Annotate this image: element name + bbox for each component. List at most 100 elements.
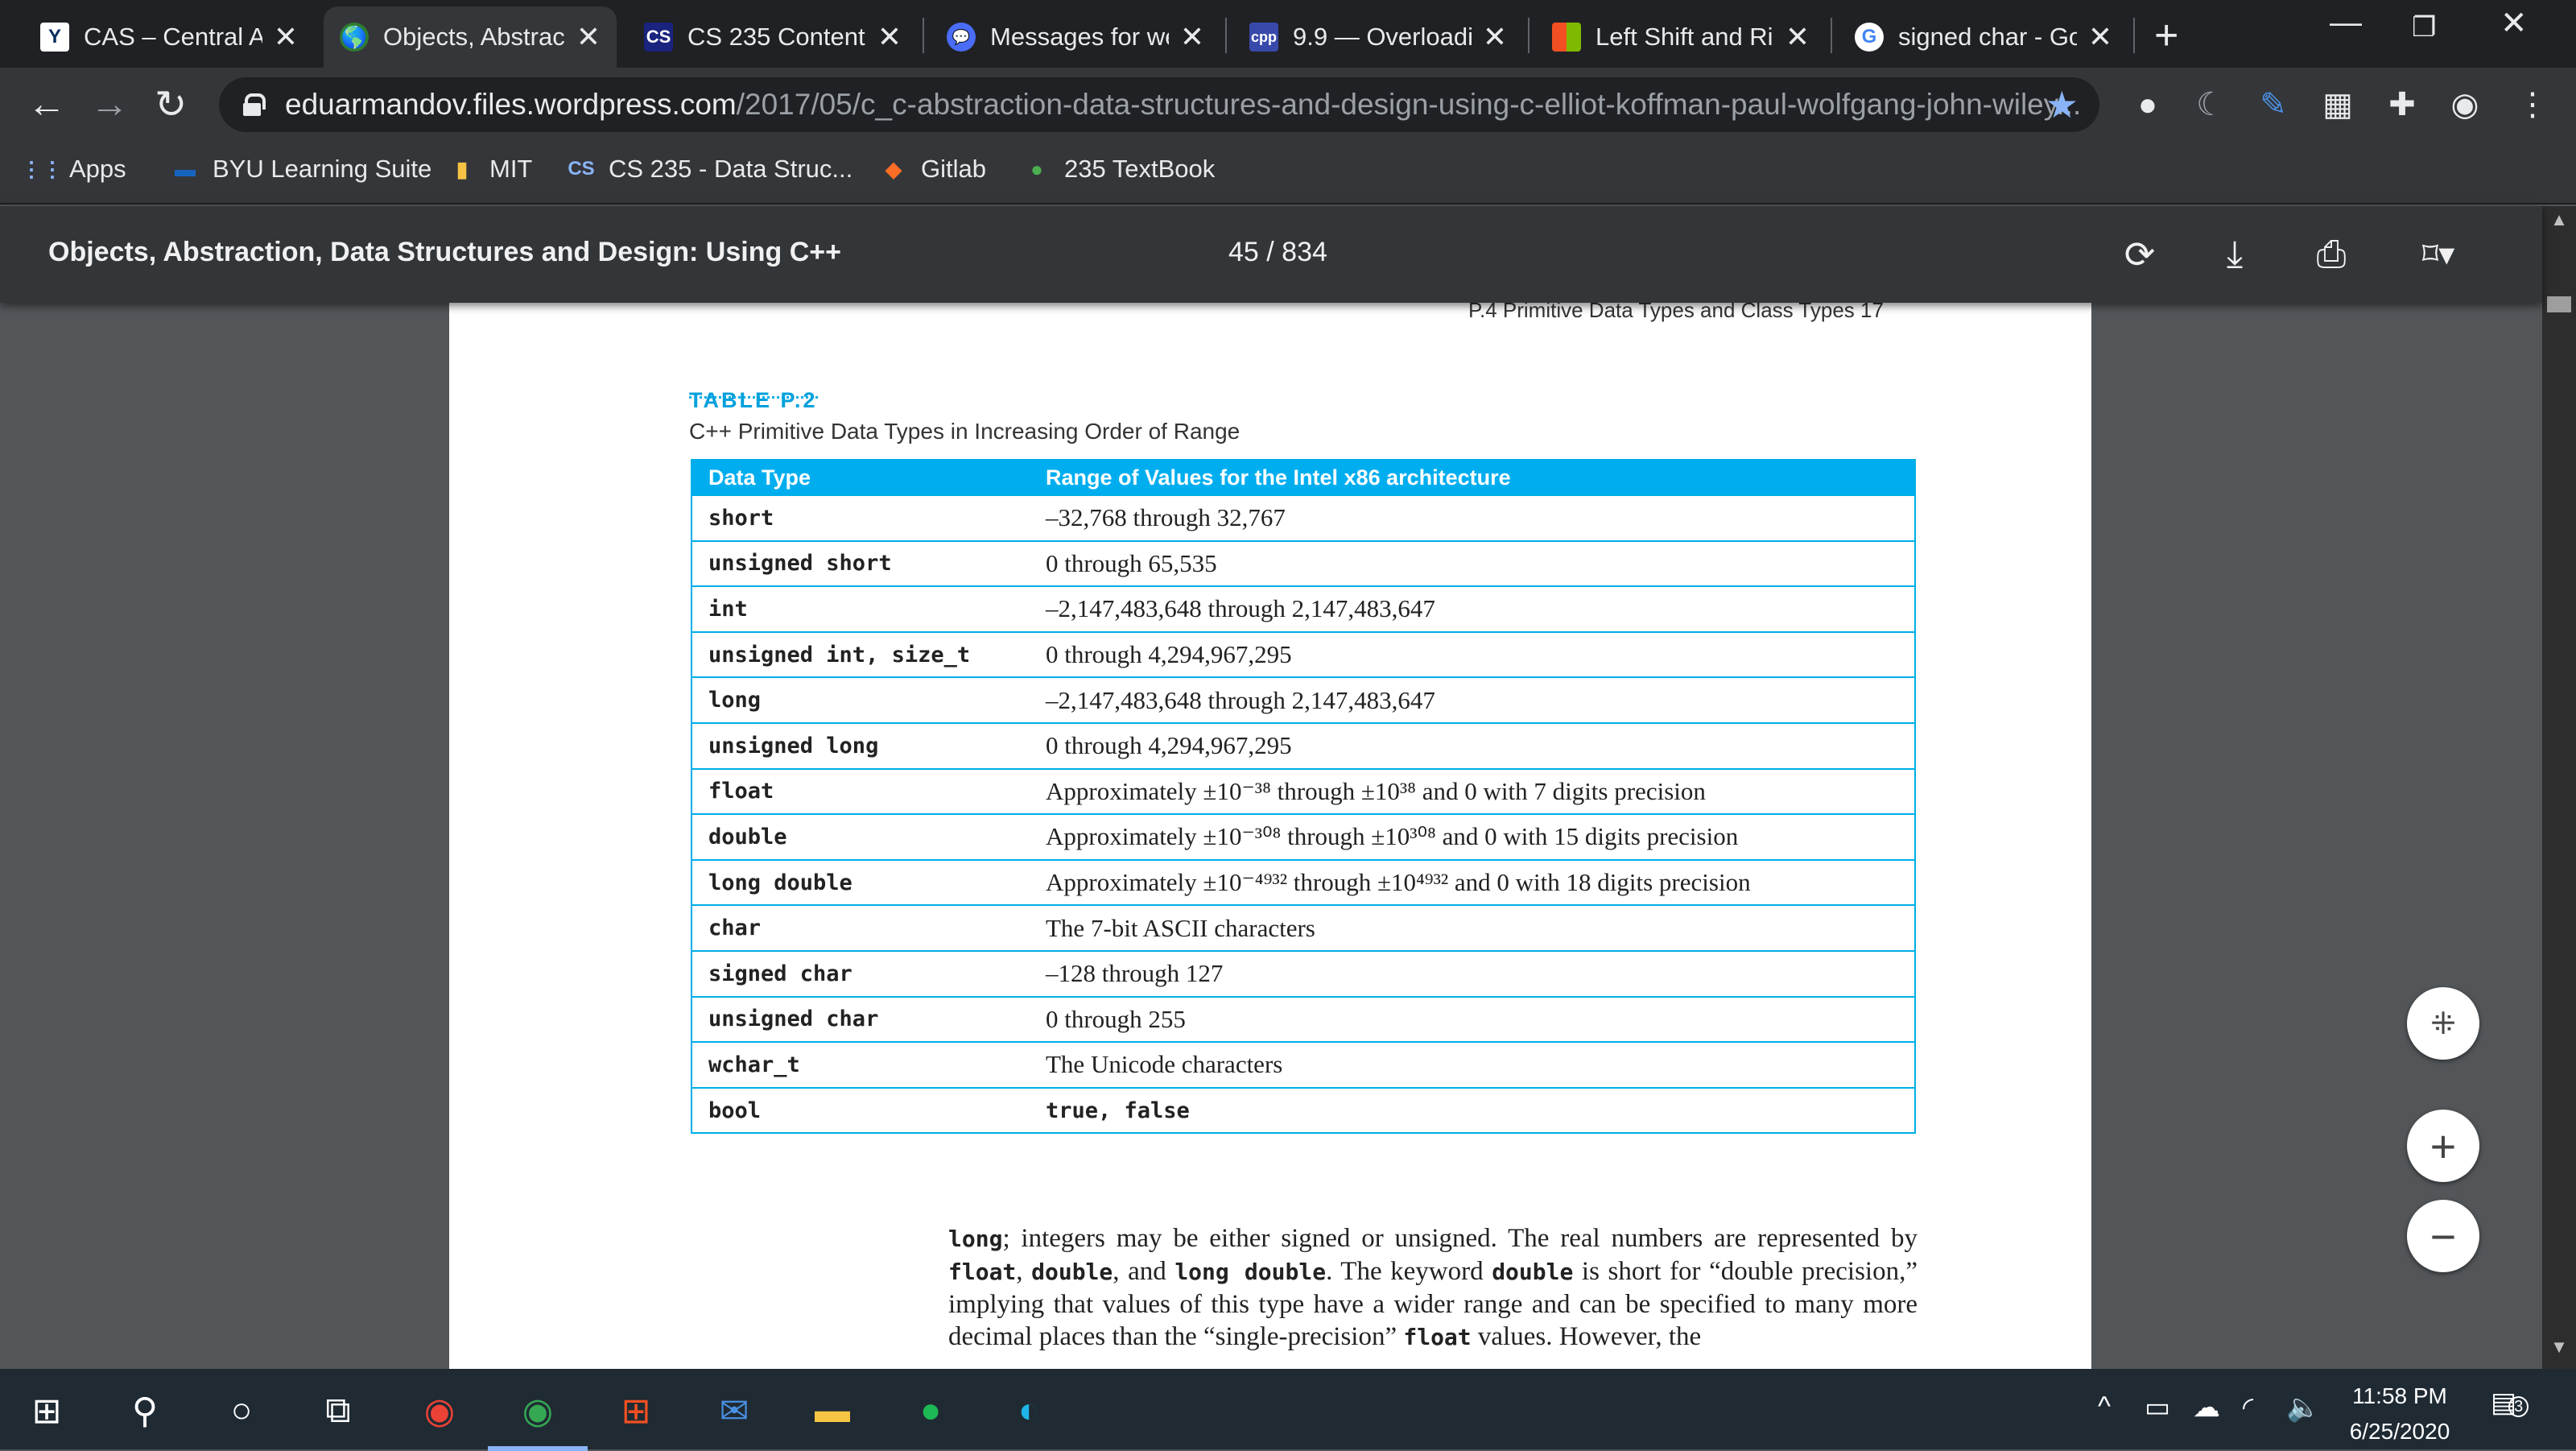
- scroll-up-arrow-icon[interactable]: ▲: [2542, 209, 2576, 238]
- rotate-icon[interactable]: ⟳: [2116, 230, 2164, 279]
- close-icon[interactable]: ✕: [2088, 20, 2112, 54]
- tab-cas[interactable]: Y CAS – Central Au ✕: [24, 6, 314, 68]
- bookmark-gitlab[interactable]: ◆ Gitlab: [879, 155, 986, 184]
- tray-chevron-icon[interactable]: ^: [2098, 1391, 2111, 1423]
- table-row: long double Approximately ±10⁻⁴⁹³² throug…: [691, 858, 1915, 906]
- scroll-thumb[interactable]: [2547, 296, 2571, 312]
- tab-signed-char[interactable]: G signed char - Go ✕: [1839, 6, 2128, 68]
- print-icon[interactable]: ⎙: [2307, 230, 2355, 279]
- data-type-cell: unsigned short: [691, 539, 1030, 587]
- range-cell: Approximately ±10⁻³⁸ through ±10³⁸ and 0…: [1030, 767, 1915, 815]
- tab-left-shift[interactable]: ▦ Left Shift and Ri ✕: [1536, 6, 1826, 68]
- file-explorer-icon[interactable]: ▬: [807, 1385, 858, 1437]
- data-type-cell: long: [691, 676, 1030, 723]
- inline-code: double: [1492, 1259, 1574, 1285]
- range-cell: Approximately ±10⁻³⁰⁸ through ±10³⁰⁸ and…: [1030, 813, 1915, 860]
- battery-icon[interactable]: ▭: [2145, 1391, 2170, 1424]
- column-header: Range of Values for the Intel x86 archit…: [1030, 460, 1915, 495]
- back-arrow-icon[interactable]: ←: [27, 82, 66, 126]
- bookmark-byu-learning-suite[interactable]: ▬ BYU Learning Suite: [171, 155, 431, 184]
- paragraph-text: values. However, the: [1471, 1322, 1702, 1351]
- scroll-down-arrow-icon[interactable]: ▼: [2542, 1337, 2576, 1366]
- address-bar[interactable]: eduarmandov.files.wordpress.com/2017/05/…: [219, 77, 2099, 132]
- volume-muted-icon[interactable]: 🔈: [2286, 1391, 2320, 1424]
- close-icon[interactable]: ✕: [274, 20, 298, 54]
- table-row: unsigned char 0 through 255: [691, 995, 1915, 1043]
- mail-icon[interactable]: ✉: [708, 1385, 760, 1437]
- bookmark-cs235[interactable]: CS CS 235 - Data Struc...: [567, 155, 852, 184]
- close-icon[interactable]: ✕: [877, 20, 902, 54]
- data-type-cell: unsigned char: [691, 995, 1030, 1043]
- table-row: long –2,147,483,648 through 2,147,483,647: [691, 676, 1915, 723]
- tab-messages[interactable]: 💬 Messages for we ✕: [931, 6, 1220, 68]
- edge-icon[interactable]: ◐: [1003, 1385, 1055, 1437]
- search-icon[interactable]: ⚲: [119, 1385, 171, 1437]
- notification-center-icon[interactable]: ▤3: [2491, 1387, 2529, 1419]
- tab-title: CS 235 Content: [687, 23, 865, 51]
- globe-icon: 🌎: [340, 23, 369, 52]
- google-icon: G: [1855, 23, 1884, 52]
- bookmark-mit[interactable]: ▮ MIT: [448, 155, 533, 184]
- new-tab-button[interactable]: +: [2154, 11, 2178, 60]
- url-host: eduarmandov.files.wordpress.com: [285, 88, 737, 121]
- bookmark-apps[interactable]: ⋮⋮ Apps: [21, 155, 126, 184]
- paragraph-text: . The keyword: [1326, 1257, 1492, 1286]
- minimize-icon[interactable]: —: [2330, 5, 2362, 41]
- inline-code: float: [948, 1259, 1017, 1285]
- tab-overloading[interactable]: cpp 9.9 — Overloadi ✕: [1233, 6, 1523, 68]
- scrollbar[interactable]: ▲ ▼: [2542, 206, 2576, 1369]
- windows-start-icon[interactable]: ⊞: [21, 1385, 72, 1437]
- column-header: Data Type: [691, 460, 1030, 495]
- bookmark-label: MIT: [489, 155, 533, 183]
- close-icon[interactable]: ✕: [1180, 20, 1204, 54]
- bookmark-dropdown-icon[interactable]: ⌑▾: [2402, 230, 2475, 279]
- system-clock[interactable]: 11:58 PM 6/25/2020: [2339, 1379, 2460, 1449]
- zoom-out-button[interactable]: −: [2407, 1200, 2479, 1272]
- table-row: double Approximately ±10⁻³⁰⁸ through ±10³…: [691, 813, 1915, 860]
- close-icon[interactable]: ✕: [1785, 20, 1810, 54]
- onedrive-icon[interactable]: ☁: [2193, 1391, 2220, 1424]
- menu-kebab-icon[interactable]: ⋮: [2512, 84, 2553, 126]
- tab-title: Objects, Abstrac: [383, 23, 565, 51]
- extension-k-icon[interactable]: ☾: [2190, 84, 2231, 126]
- tab-objects-abstraction[interactable]: 🌎 Objects, Abstrac ✕: [324, 6, 617, 68]
- extension-grid-icon[interactable]: ▦: [2317, 84, 2359, 126]
- lock-icon: [243, 93, 266, 116]
- tab-strip: Y CAS – Central Au ✕ 🌎 Objects, Abstrac …: [0, 0, 2576, 68]
- zoom-in-button[interactable]: +: [2407, 1110, 2479, 1182]
- tab-cs235-content[interactable]: CS CS 235 Content ✕: [628, 6, 918, 68]
- data-type-cell: char: [691, 904, 1030, 951]
- bookmark-label: Gitlab: [921, 155, 986, 183]
- chrome-icon[interactable]: ◉: [488, 1385, 588, 1451]
- tab-title: signed char - Go: [1898, 23, 2077, 51]
- bookmark-star-icon[interactable]: ★: [2046, 83, 2079, 126]
- data-type-cell: double: [691, 813, 1030, 860]
- page-indicator: 45 / 834: [1228, 237, 1327, 267]
- close-window-icon[interactable]: ✕: [2500, 5, 2528, 42]
- reload-icon[interactable]: ↻: [155, 82, 187, 127]
- forward-arrow-icon[interactable]: →: [90, 82, 129, 126]
- profile-avatar[interactable]: ◉: [2444, 84, 2486, 126]
- store-icon[interactable]: ⊞: [610, 1385, 662, 1437]
- tab-separator: [2133, 18, 2135, 53]
- data-type-cell: unsigned int, size_t: [691, 630, 1030, 678]
- body-paragraph: long; integers may be either signed or u…: [948, 1222, 1918, 1354]
- cortana-icon[interactable]: ○: [216, 1385, 267, 1437]
- close-icon[interactable]: ✕: [1483, 20, 1507, 54]
- chrome-canary-icon[interactable]: ◉: [414, 1385, 465, 1437]
- range-cell: The 7-bit ASCII characters: [1030, 904, 1915, 951]
- extensions-puzzle-icon[interactable]: ✚: [2381, 84, 2423, 126]
- spotify-icon[interactable]: ●: [905, 1385, 956, 1437]
- task-view-icon[interactable]: ⧉: [312, 1385, 364, 1437]
- inline-code: long double: [1174, 1259, 1327, 1285]
- extension-help-icon[interactable]: ●: [2127, 84, 2169, 126]
- table-row: char The 7-bit ASCII characters: [691, 904, 1915, 951]
- close-icon[interactable]: ✕: [576, 20, 601, 54]
- fit-to-page-button[interactable]: ⁜: [2407, 987, 2479, 1060]
- download-icon[interactable]: ⤓: [2211, 230, 2259, 279]
- bookmark-235-textbook[interactable]: ● 235 TextBook: [1022, 155, 1215, 184]
- wifi-icon[interactable]: ◜: [2243, 1391, 2253, 1424]
- restore-icon[interactable]: ❐: [2412, 11, 2436, 43]
- table-row: unsigned long 0 through 4,294,967,295: [691, 721, 1915, 769]
- extension-pen-icon[interactable]: ✎: [2252, 84, 2294, 126]
